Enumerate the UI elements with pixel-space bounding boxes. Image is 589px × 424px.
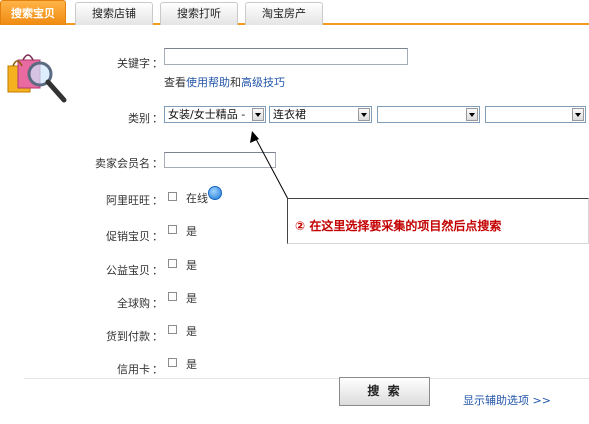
- category-label: 类别: [128, 112, 150, 125]
- tab-search-items[interactable]: 搜索宝贝: [0, 0, 66, 25]
- cod-colon: ：: [152, 330, 163, 343]
- chevron-down-icon: [358, 108, 370, 121]
- credit-label: 信用卡: [117, 363, 150, 376]
- chevron-down-icon: [252, 108, 264, 121]
- promo-checkbox[interactable]: [168, 225, 177, 234]
- wangwang-icon: [208, 186, 222, 200]
- online-checkbox[interactable]: [168, 192, 177, 201]
- charity-colon: ：: [152, 264, 163, 277]
- annotation-callout-text: ② 在这里选择要采集的项目然后点搜索: [295, 219, 502, 233]
- seller-label: 卖家会员名: [95, 157, 150, 170]
- aliwangwang-colon: ：: [152, 194, 163, 207]
- cod-checkbox[interactable]: [168, 325, 177, 334]
- online-label: 在线: [186, 192, 208, 205]
- charity-label: 公益宝贝: [106, 264, 150, 277]
- category-colon: ：: [152, 112, 163, 125]
- keyword-colon: ：: [152, 57, 163, 70]
- global-yes-label: 是: [186, 292, 197, 305]
- keyword-input[interactable]: [164, 48, 408, 65]
- category-select-1-value: 女装/女士精品 -: [168, 108, 246, 121]
- global-colon: ：: [152, 297, 163, 310]
- charity-checkbox[interactable]: [168, 259, 177, 268]
- cod-label: 货到付款: [106, 330, 150, 343]
- category-select-1[interactable]: 女装/女士精品 -: [164, 106, 266, 123]
- help-prefix: 查看: [164, 76, 186, 89]
- search-button[interactable]: 搜 索: [339, 377, 430, 406]
- help-line: 查看使用帮助和高级技巧: [164, 74, 285, 90]
- chevron-down-icon: [572, 108, 584, 121]
- keyword-label: 关键字: [117, 57, 150, 70]
- help-and: 和: [230, 76, 241, 89]
- aliwangwang-label: 阿里旺旺: [106, 194, 150, 207]
- advanced-tips-link[interactable]: 高级技巧: [241, 76, 285, 89]
- credit-yes-label: 是: [186, 358, 197, 371]
- promo-colon: ：: [152, 230, 163, 243]
- divider: [24, 378, 589, 379]
- shopping-search-icon: [7, 54, 67, 103]
- charity-yes-label: 是: [186, 259, 197, 272]
- tab-bar: 搜索宝贝 搜索店铺 搜索打听 淘宝房产: [0, 0, 589, 25]
- tab-taobao-realestate[interactable]: 淘宝房产: [245, 2, 323, 25]
- global-label: 全球购: [117, 297, 150, 310]
- show-more-options-link[interactable]: 显示辅助选项 >>: [463, 392, 551, 408]
- promo-label: 促销宝贝: [106, 230, 150, 243]
- credit-checkbox[interactable]: [168, 358, 177, 367]
- tab-search-shops[interactable]: 搜索店铺: [75, 2, 153, 25]
- credit-colon: ：: [152, 363, 163, 376]
- category-select-3[interactable]: [377, 106, 480, 123]
- promo-yes-label: 是: [186, 225, 197, 238]
- category-select-4[interactable]: [485, 106, 586, 123]
- global-checkbox[interactable]: [168, 292, 177, 301]
- category-select-2[interactable]: 连衣裙: [269, 106, 372, 123]
- chevron-down-icon: [466, 108, 478, 121]
- seller-input[interactable]: [164, 152, 276, 168]
- usage-help-link[interactable]: 使用帮助: [186, 76, 230, 89]
- cod-yes-label: 是: [186, 325, 197, 338]
- tab-search-inquiry[interactable]: 搜索打听: [160, 2, 238, 25]
- category-select-2-value: 连衣裙: [273, 108, 306, 121]
- seller-colon: ：: [152, 157, 163, 170]
